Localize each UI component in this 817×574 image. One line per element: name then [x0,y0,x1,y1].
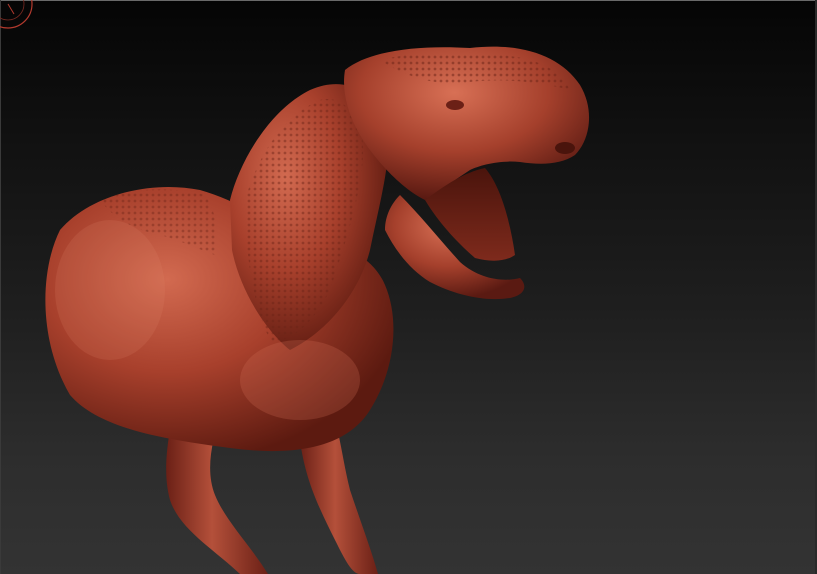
nostril [555,142,575,154]
canvas-viewport[interactable] [0,0,817,574]
back-leg [300,432,378,574]
eye [446,100,464,110]
trex-sculpt-model[interactable] [0,0,817,574]
